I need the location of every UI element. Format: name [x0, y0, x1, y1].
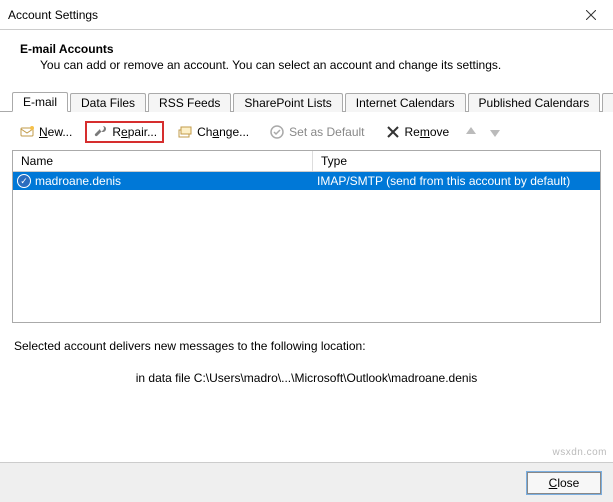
tab-email[interactable]: E-mail [12, 92, 68, 112]
arrow-down-icon [487, 124, 503, 140]
account-name: madroane.denis [35, 174, 121, 188]
set-default-icon [269, 124, 285, 140]
account-row[interactable]: ✓ madroane.denis IMAP/SMTP (send from th… [13, 172, 600, 190]
list-body: ✓ madroane.denis IMAP/SMTP (send from th… [13, 172, 600, 322]
accounts-list: Name Type ✓ madroane.denis IMAP/SMTP (se… [12, 150, 601, 323]
repair-button[interactable]: Repair...Repair... [85, 121, 164, 143]
new-icon [19, 124, 35, 140]
window-title: Account Settings [8, 8, 98, 22]
list-header: Name Type [13, 151, 600, 172]
tabs: E-mail Data Files RSS Feeds SharePoint L… [0, 90, 613, 112]
move-up-button[interactable] [462, 123, 480, 141]
watermark: wsxdn.com [552, 447, 607, 458]
toolbar: NNew...ew... Repair...Repair... Change..… [12, 120, 601, 144]
close-icon [583, 7, 599, 23]
change-icon [177, 124, 193, 140]
account-type: IMAP/SMTP (send from this account by def… [313, 173, 600, 189]
header-title: E-mail Accounts [20, 42, 593, 56]
default-check-icon: ✓ [17, 174, 31, 188]
tab-address-books[interactable]: Address Books [602, 93, 613, 112]
arrow-up-icon [463, 124, 479, 140]
move-down-button[interactable] [486, 123, 504, 141]
new-button[interactable]: NNew...ew... [12, 121, 79, 143]
tab-rssfeeds[interactable]: RSS Feeds [148, 93, 231, 112]
set-default-button: Set as Default [262, 121, 371, 143]
close-window-button[interactable] [568, 1, 613, 29]
tab-internet-calendars[interactable]: Internet Calendars [345, 93, 466, 112]
tab-datafiles[interactable]: Data Files [70, 93, 146, 112]
remove-button[interactable]: RemoveRemove [378, 121, 457, 143]
header-description: You can add or remove an account. You ca… [20, 58, 593, 72]
delivery-location-path: in data file C:\Users\madro\...\Microsof… [14, 371, 599, 385]
delivery-location-label: Selected account delivers new messages t… [14, 339, 599, 353]
bottom-bar: CloseClose [0, 462, 613, 502]
titlebar: Account Settings [0, 0, 613, 30]
set-default-label: Set as Default [289, 125, 364, 139]
tab-published-calendars[interactable]: Published Calendars [468, 93, 601, 112]
tab-sharepoint[interactable]: SharePoint Lists [233, 93, 342, 112]
close-button[interactable]: CloseClose [527, 472, 601, 494]
repair-icon [92, 124, 108, 140]
column-name[interactable]: Name [13, 151, 313, 171]
remove-icon [385, 124, 401, 140]
column-type[interactable]: Type [313, 151, 600, 171]
header: E-mail Accounts You can add or remove an… [0, 30, 613, 90]
change-button[interactable]: Change...Change... [170, 121, 256, 143]
